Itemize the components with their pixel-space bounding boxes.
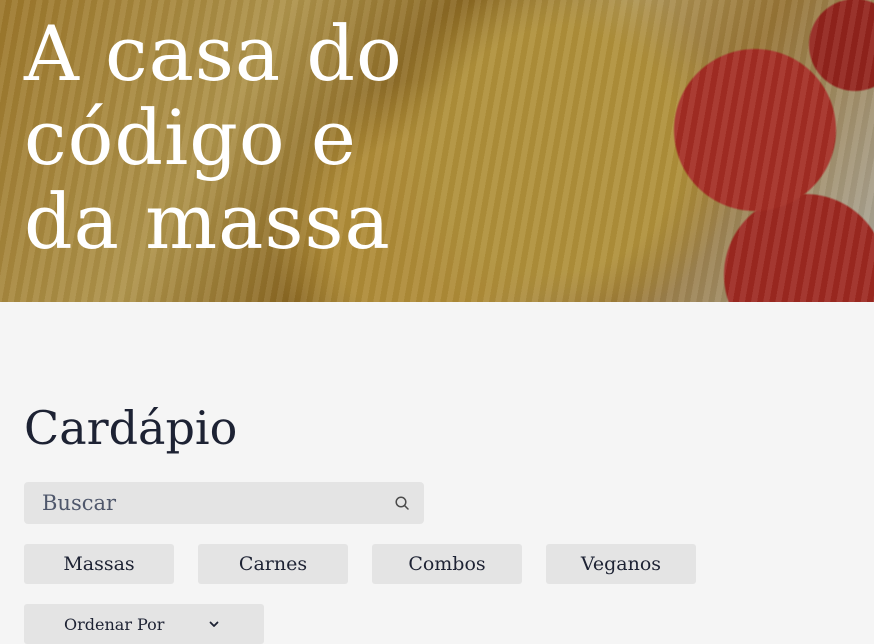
search-icon[interactable]	[394, 495, 410, 511]
category-button-veganos[interactable]: Veganos	[546, 544, 696, 584]
hero-banner: A casa do código e da massa	[0, 0, 874, 302]
sort-label: Ordenar Por	[64, 614, 165, 634]
search-bar	[24, 482, 424, 524]
category-button-combos[interactable]: Combos	[372, 544, 522, 584]
hero-title: A casa do código e da massa	[24, 9, 403, 266]
category-button-massas[interactable]: Massas	[24, 544, 174, 584]
category-button-carnes[interactable]: Carnes	[198, 544, 348, 584]
category-filters: Massas Carnes Combos Veganos	[24, 544, 850, 584]
search-input[interactable]	[40, 490, 394, 516]
sort-dropdown[interactable]: Ordenar Por	[24, 604, 264, 644]
menu-section: Cardápio Massas Carnes Combos Veganos Or…	[0, 398, 874, 644]
chevron-down-icon	[209, 621, 219, 627]
menu-title: Cardápio	[24, 401, 238, 455]
